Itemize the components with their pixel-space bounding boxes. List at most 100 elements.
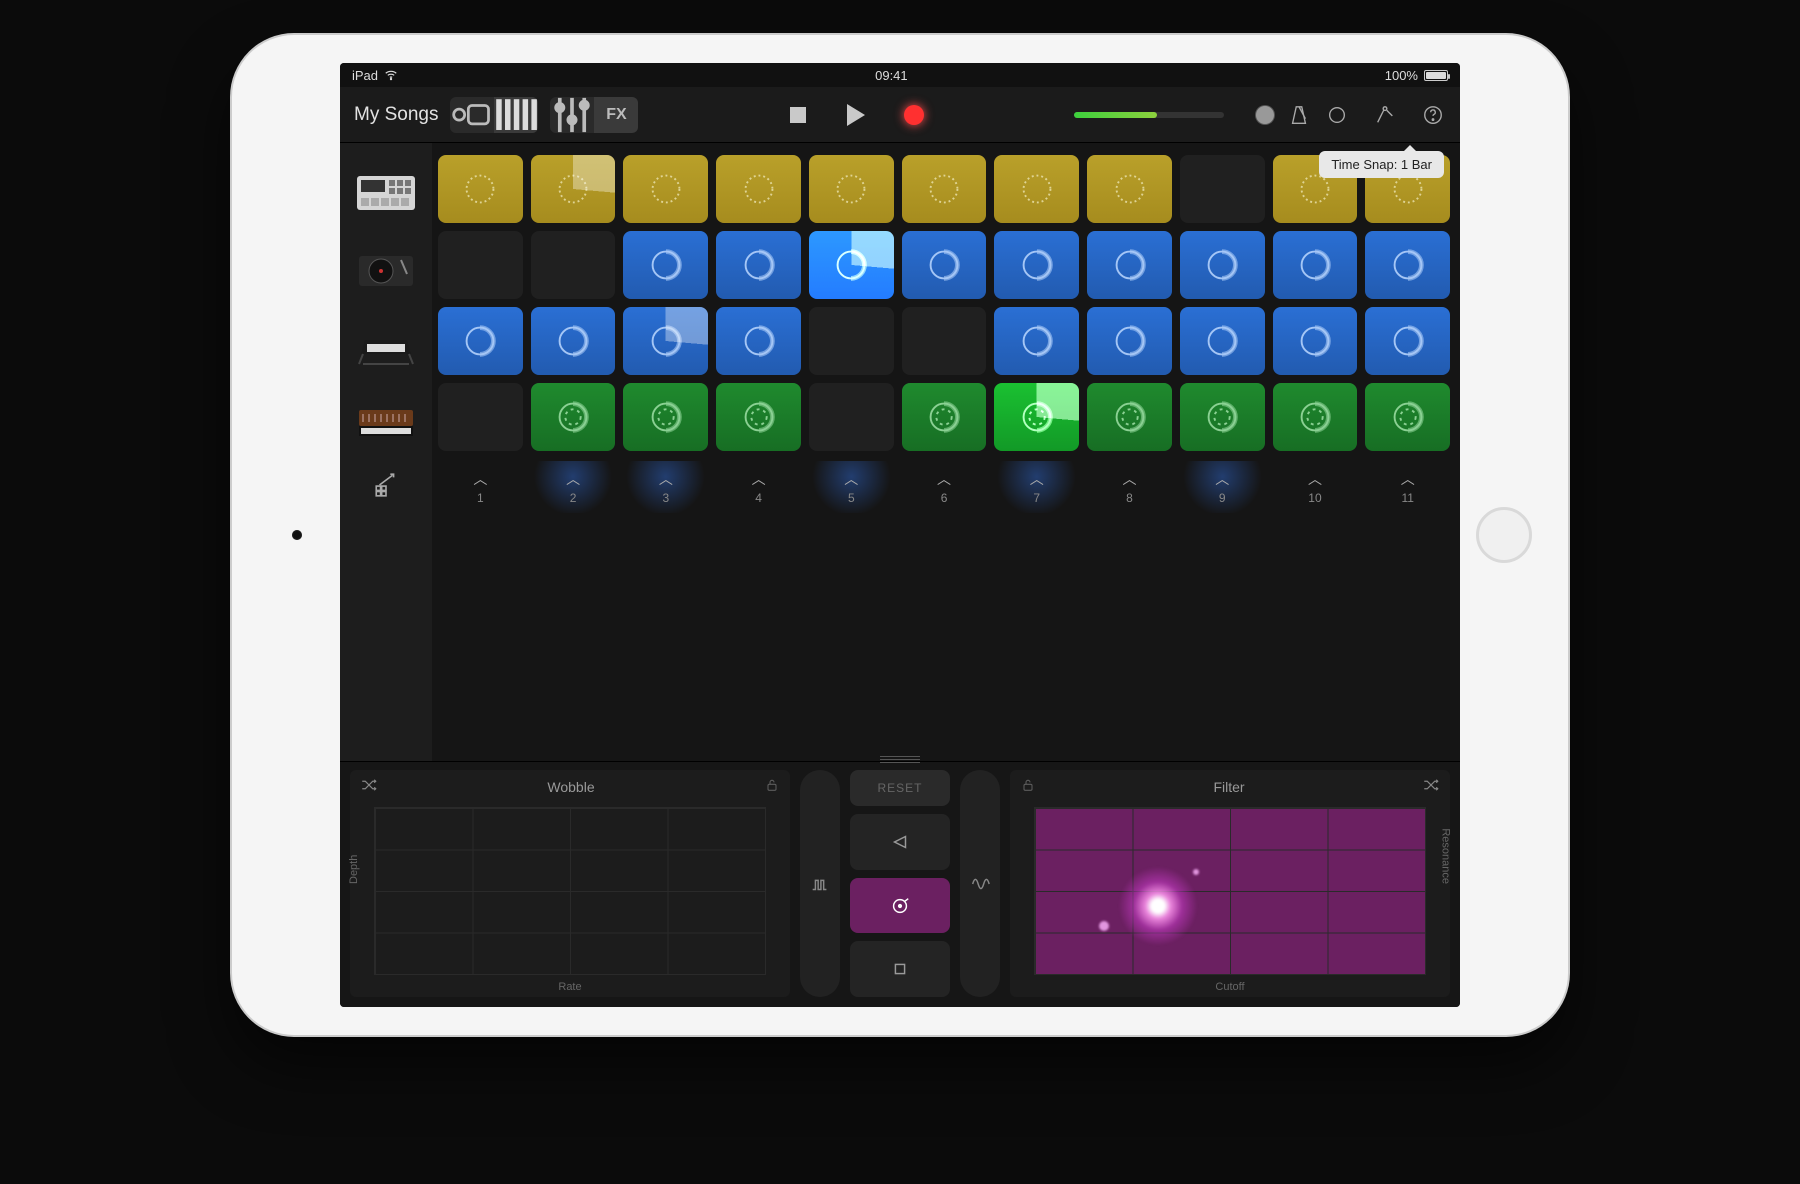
wobble-y-label: Depth: [348, 854, 360, 883]
column-trigger[interactable]: ︿5: [809, 461, 894, 513]
loop-cell[interactable]: [623, 231, 708, 299]
loop-cell[interactable]: [1365, 307, 1450, 375]
loop-cell[interactable]: [902, 383, 987, 451]
empty-cell[interactable]: [809, 307, 894, 375]
loop-cell[interactable]: [1365, 231, 1450, 299]
loop-cell[interactable]: [902, 231, 987, 299]
track-synth[interactable]: [340, 383, 432, 459]
loop-button[interactable]: [1324, 102, 1350, 128]
grid-row: [438, 155, 1450, 223]
loop-cell[interactable]: [1273, 307, 1358, 375]
device-label: iPad: [352, 68, 378, 83]
loop-cell[interactable]: [902, 155, 987, 223]
play-button[interactable]: [840, 99, 872, 131]
loop-cell[interactable]: [438, 155, 523, 223]
chevron-up-icon: ︿: [1123, 469, 1137, 489]
loop-cell[interactable]: [1273, 231, 1358, 299]
browser-view-button[interactable]: [450, 97, 494, 133]
loop-cell[interactable]: [1087, 383, 1172, 451]
loop-cell[interactable]: [994, 231, 1079, 299]
loop-cell[interactable]: [623, 155, 708, 223]
loop-cell[interactable]: [1180, 383, 1265, 451]
status-bar: iPad 09:41 100%: [340, 63, 1460, 87]
loop-cell[interactable]: [1087, 307, 1172, 375]
stop-fx-button[interactable]: [850, 941, 950, 997]
help-button[interactable]: [1420, 102, 1446, 128]
loop-cell[interactable]: [1273, 383, 1358, 451]
track-drum-machine[interactable]: [340, 155, 432, 231]
settings-button[interactable]: [1372, 102, 1398, 128]
loop-cell[interactable]: [1180, 231, 1265, 299]
tracks-view-button[interactable]: [494, 97, 538, 133]
loop-cell[interactable]: [994, 307, 1079, 375]
loop-cell[interactable]: [1180, 307, 1265, 375]
my-songs-button[interactable]: My Songs: [354, 104, 438, 126]
controls-segment: FX: [550, 97, 638, 133]
loop-cell[interactable]: [1365, 383, 1450, 451]
column-trigger[interactable]: ︿9: [1180, 461, 1265, 513]
empty-cell[interactable]: [438, 231, 523, 299]
loop-cell[interactable]: [809, 155, 894, 223]
mixer-button[interactable]: [550, 97, 594, 133]
loop-cell[interactable]: [531, 383, 616, 451]
loop-cell[interactable]: [994, 155, 1079, 223]
scratch-button[interactable]: [850, 878, 950, 934]
lock-icon[interactable]: [1020, 777, 1036, 796]
drag-handle-icon[interactable]: [880, 756, 920, 760]
loop-cell[interactable]: [623, 307, 708, 375]
lock-icon[interactable]: [764, 777, 780, 796]
metronome-button[interactable]: [1286, 102, 1312, 128]
empty-cell[interactable]: [438, 383, 523, 451]
filter-xy-pad[interactable]: Filter Resonance Cutoff: [1010, 770, 1450, 997]
empty-cell[interactable]: [531, 231, 616, 299]
loop-cell[interactable]: [809, 231, 894, 299]
track-fx-arranger[interactable]: [340, 459, 432, 511]
chevron-up-icon: ︿: [937, 469, 951, 489]
column-trigger[interactable]: ︿8: [1087, 461, 1172, 513]
home-button[interactable]: [1476, 507, 1532, 563]
loop-cell[interactable]: [531, 307, 616, 375]
loop-cell[interactable]: [716, 155, 801, 223]
loop-cell[interactable]: [1087, 231, 1172, 299]
loop-cell[interactable]: [623, 383, 708, 451]
stop-button[interactable]: [782, 99, 814, 131]
xy-cursor-icon: [1113, 861, 1203, 951]
empty-cell[interactable]: [809, 383, 894, 451]
column-trigger[interactable]: ︿10: [1273, 461, 1358, 513]
volume-slider[interactable]: [1074, 106, 1274, 124]
loop-cell[interactable]: [716, 307, 801, 375]
fx-panel: Wobble Depth Rate RE: [340, 761, 1460, 1007]
wobble-xy-pad[interactable]: Wobble Depth Rate: [350, 770, 790, 997]
chevron-up-icon: ︿: [659, 469, 673, 489]
filter-y-label: Resonance: [1440, 828, 1452, 884]
reverse-button[interactable]: [850, 814, 950, 870]
chevron-up-icon: ︿: [473, 469, 487, 489]
fx-button[interactable]: FX: [594, 97, 638, 133]
loop-cell[interactable]: [438, 307, 523, 375]
column-trigger[interactable]: ︿2: [531, 461, 616, 513]
chevron-up-icon: ︿: [844, 469, 858, 489]
loop-cell[interactable]: [1087, 155, 1172, 223]
column-trigger[interactable]: ︿6: [902, 461, 987, 513]
column-trigger[interactable]: ︿11: [1365, 461, 1450, 513]
reset-button[interactable]: RESET: [850, 770, 950, 806]
column-triggers: ︿1︿2︿3︿4︿5︿6︿7︿8︿9︿10︿11: [438, 461, 1450, 513]
track-turntable[interactable]: [340, 231, 432, 307]
gate-strip[interactable]: [800, 770, 840, 997]
empty-cell[interactable]: [902, 307, 987, 375]
transport: [782, 99, 930, 131]
empty-cell[interactable]: [1180, 155, 1265, 223]
column-trigger[interactable]: ︿1: [438, 461, 523, 513]
loop-cell[interactable]: [716, 231, 801, 299]
column-trigger[interactable]: ︿7: [994, 461, 1079, 513]
track-keyboard[interactable]: [340, 307, 432, 383]
record-button[interactable]: [898, 99, 930, 131]
wave-strip[interactable]: [960, 770, 1000, 997]
loop-cell[interactable]: [994, 383, 1079, 451]
shuffle-icon[interactable]: [1422, 776, 1440, 797]
column-trigger[interactable]: ︿3: [623, 461, 708, 513]
loop-cell[interactable]: [716, 383, 801, 451]
column-trigger[interactable]: ︿4: [716, 461, 801, 513]
loop-cell[interactable]: [531, 155, 616, 223]
shuffle-icon[interactable]: [360, 776, 378, 797]
